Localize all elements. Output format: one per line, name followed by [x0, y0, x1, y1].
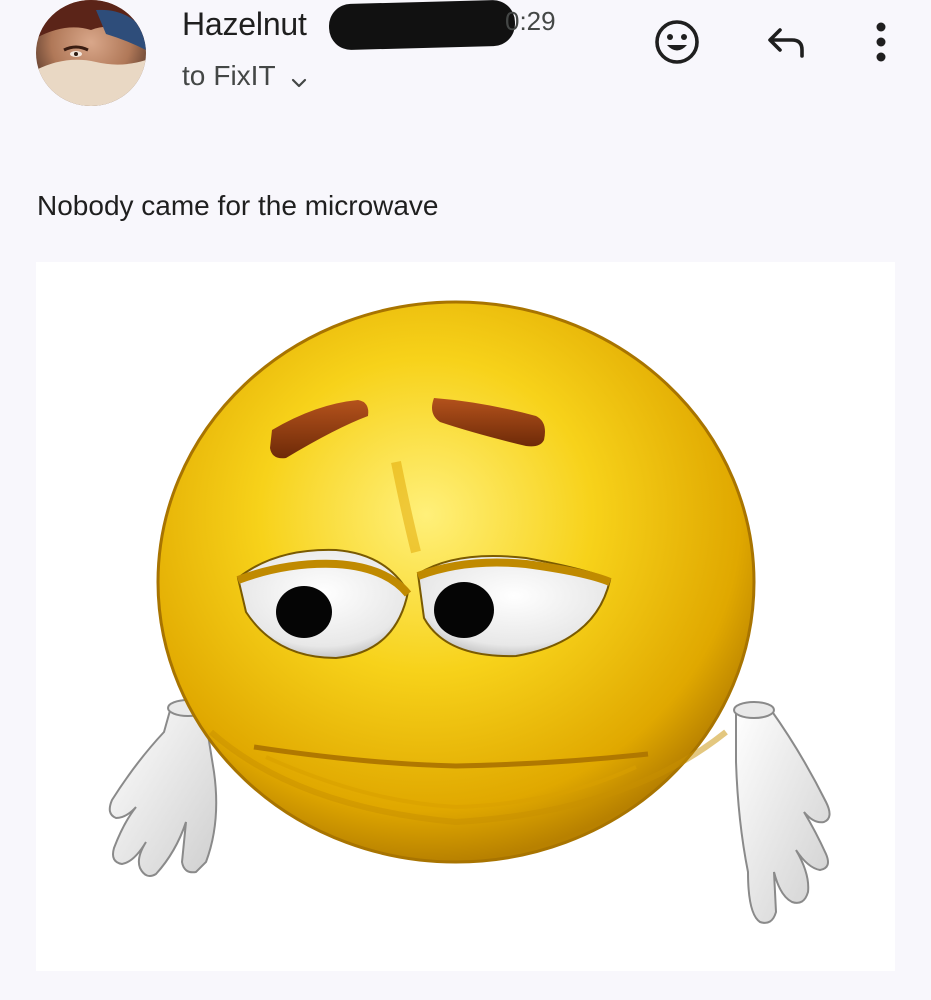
smiley-icon: [652, 17, 702, 72]
sender-row: Hazelnut: [182, 2, 307, 46]
recipient-prefix: to: [182, 60, 206, 91]
redaction-mark: [328, 0, 516, 51]
message-time: 0:29: [505, 6, 556, 36]
add-reaction-button[interactable]: [651, 18, 703, 70]
more-vert-icon: [871, 17, 891, 72]
sender-avatar[interactable]: [36, 0, 146, 106]
reply-icon: [762, 18, 810, 71]
reply-button[interactable]: [760, 18, 812, 70]
message-header: Hazelnut 0:29 to FixIT: [0, 0, 931, 130]
recipient-name: FixIT: [213, 60, 276, 91]
chevron-down-icon: [290, 67, 308, 88]
recipient-toggle[interactable]: to FixIT: [182, 60, 308, 92]
sad-emoji-image: [108, 300, 831, 924]
image-attachment[interactable]: [36, 262, 895, 971]
more-options-button[interactable]: [855, 18, 907, 70]
sender-name[interactable]: Hazelnut: [182, 6, 307, 43]
message-body: Nobody came for the microwave: [37, 190, 439, 221]
right-glove: [733, 701, 831, 924]
